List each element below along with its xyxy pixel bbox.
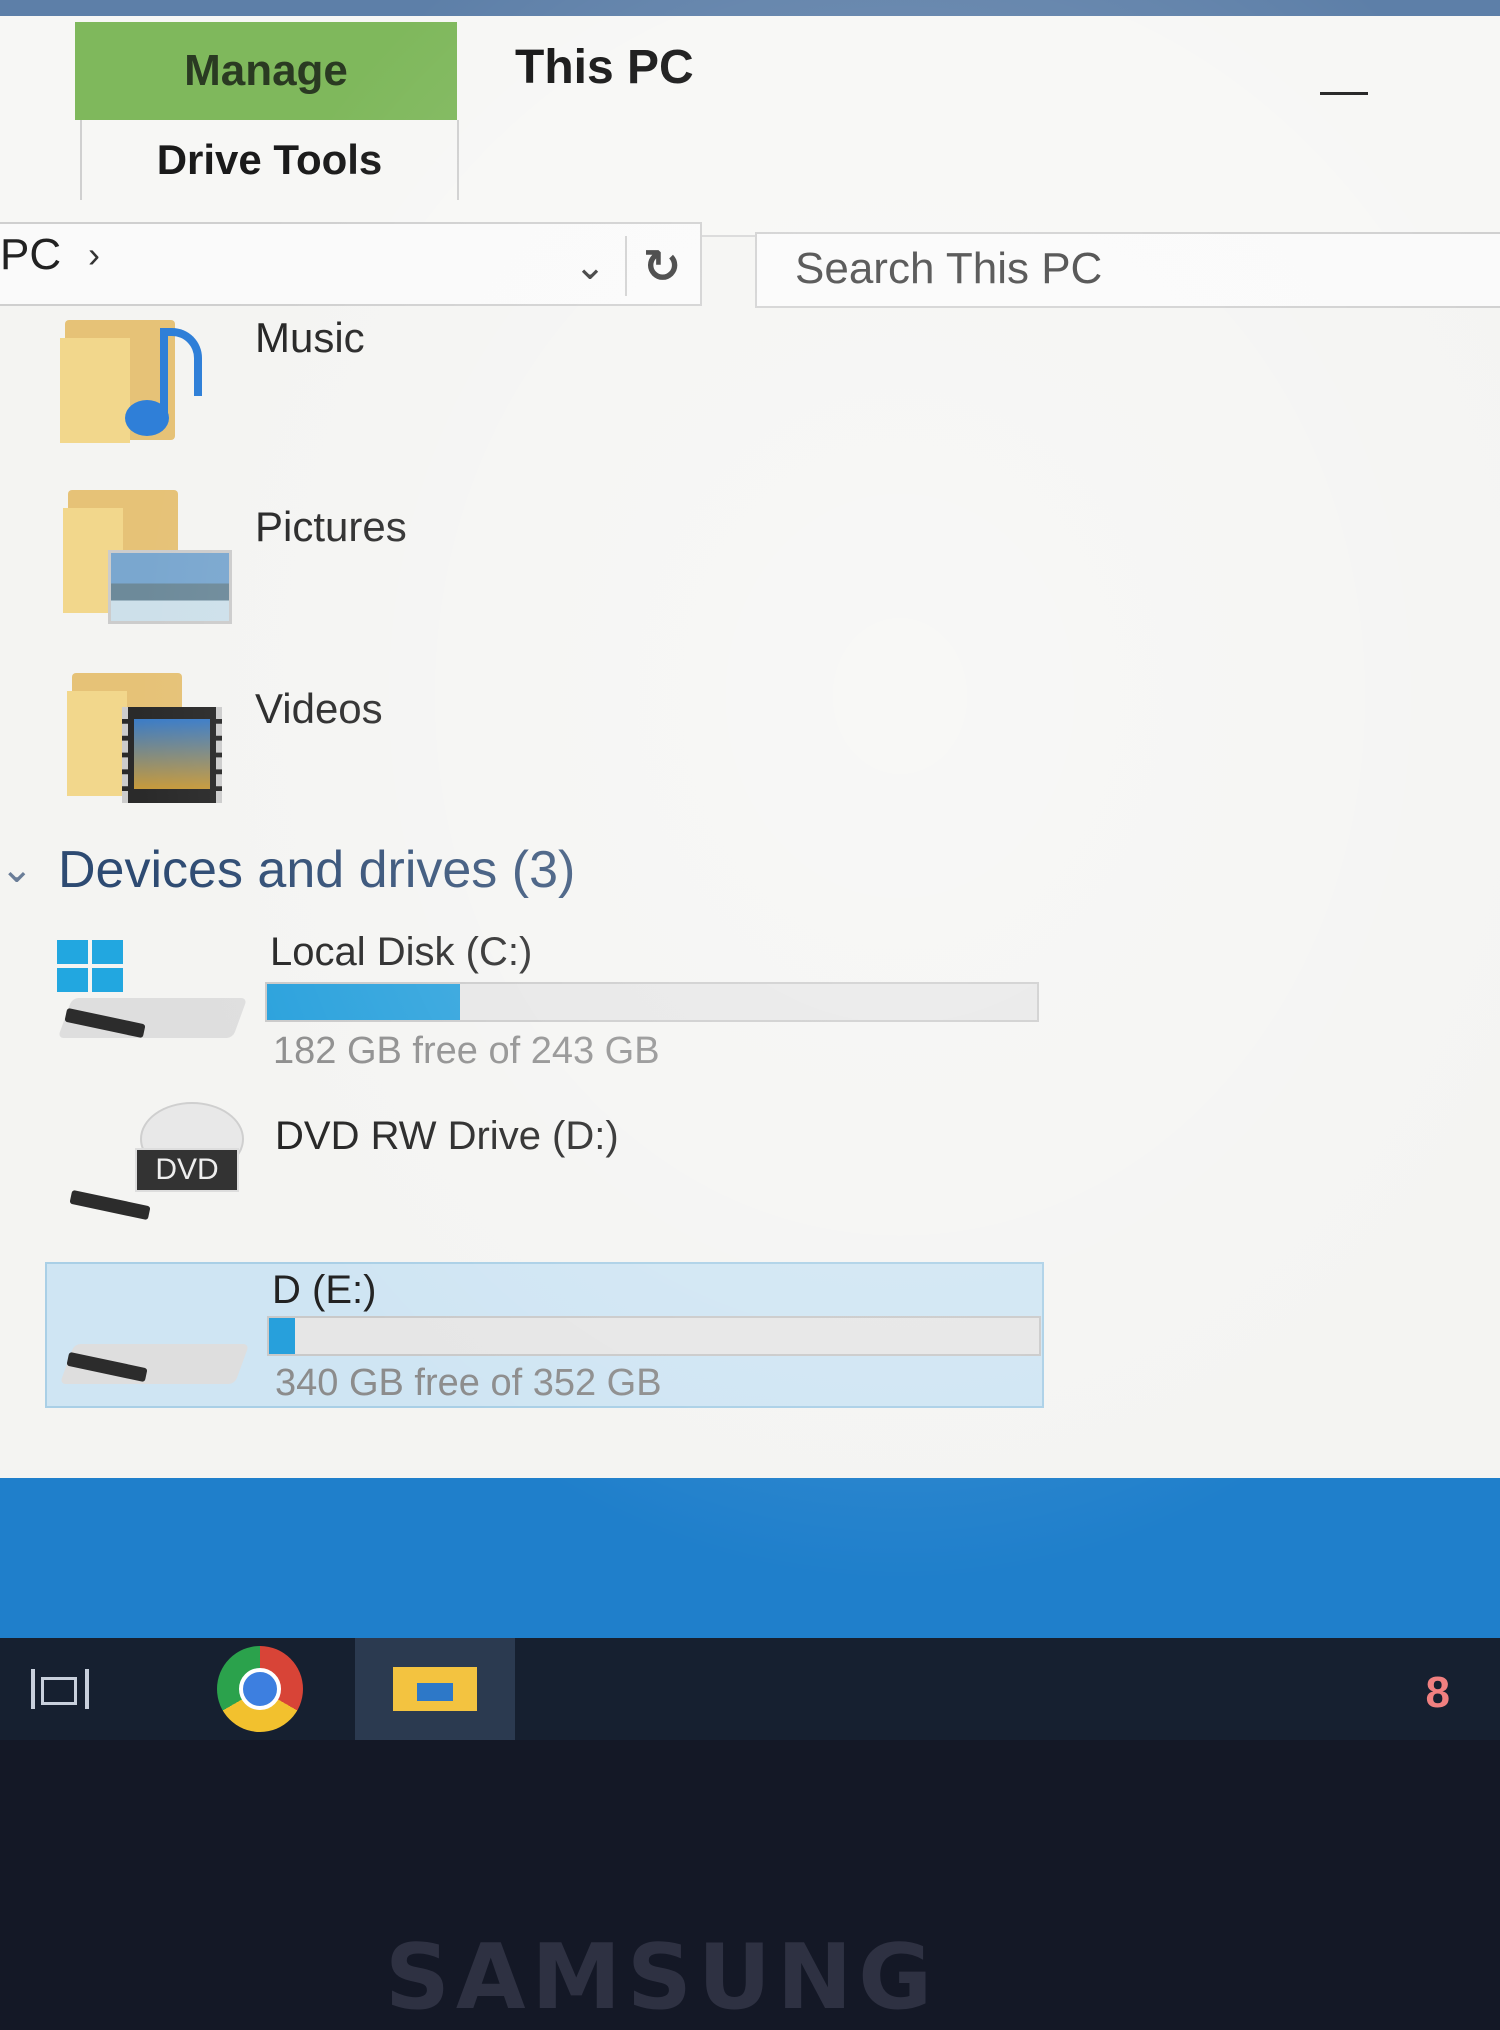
search-input[interactable] [757,234,1477,304]
file-explorer-icon [393,1667,477,1711]
breadcrumb[interactable]: PC [0,230,61,280]
folder-label: Pictures [255,503,407,550]
address-bar[interactable]: PC › ⌄ ↻ [0,222,702,306]
drive-free-space: 340 GB free of 352 GB [275,1362,662,1404]
drive-name: Local Disk (C:) [270,930,533,974]
task-view-icon [31,1669,89,1709]
drive-d-dvd[interactable]: DVD DVD RW Drive (D:) [45,1102,1040,1230]
folder-label: Videos [255,685,383,732]
manage-tab[interactable]: Manage [75,22,457,120]
windows-drive-icon [45,920,248,1060]
task-view-button[interactable] [0,1638,120,1740]
dvd-drive-icon: DVD [45,1102,245,1230]
title-strip [0,0,1500,16]
brand-logo: SAMSUNG [385,1925,939,2030]
taskbar: 8 [0,1638,1500,1740]
music-folder-icon [60,320,202,445]
refresh-icon[interactable]: ↻ [625,236,697,296]
explorer-window: Manage This PC Drive Tools PC › ⌄ ↻ Musi… [0,0,1500,1740]
drive-tools-tab[interactable]: Drive Tools [80,120,459,200]
pictures-folder-icon [63,490,243,624]
minimize-button[interactable] [1320,58,1370,95]
drive-name: D (E:) [272,1268,377,1312]
chrome-icon [217,1646,303,1732]
drive-usage-bar [265,982,1039,1022]
folder-pictures[interactable]: Pictures [55,485,855,635]
chrome-taskbar-button[interactable] [180,1638,340,1740]
drive-name: DVD RW Drive (D:) [275,1114,619,1158]
search-box[interactable] [755,232,1500,308]
drive-e[interactable]: D (E:) 340 GB free of 352 GB [45,1262,1044,1408]
desktop-background [0,1478,1500,1638]
drive-usage-bar [267,1316,1041,1356]
file-explorer-taskbar-button[interactable] [355,1638,515,1740]
drive-c[interactable]: Local Disk (C:) 182 GB free of 243 GB [45,920,1040,1072]
tray-temperature-icon[interactable]: 8 [1426,1668,1450,1718]
drive-free-space: 182 GB free of 243 GB [273,1030,660,1072]
ribbon: Manage This PC Drive Tools [0,0,1500,237]
breadcrumb-chevron-icon[interactable]: › [88,234,100,276]
history-dropdown-button[interactable]: ⌄ [565,244,615,288]
folder-music[interactable]: Music [55,310,855,460]
section-header-devices[interactable]: Devices and drives (3) [58,840,575,900]
drive-usage-fill [267,984,461,1020]
window-title: This PC [515,41,694,94]
videos-folder-icon [67,673,247,803]
hard-drive-icon [47,1264,250,1404]
folder-videos[interactable]: Videos [55,665,855,815]
collapse-chevron-icon[interactable]: ⌄ [0,846,34,892]
drive-usage-fill [269,1318,296,1354]
folder-label: Music [255,314,365,361]
